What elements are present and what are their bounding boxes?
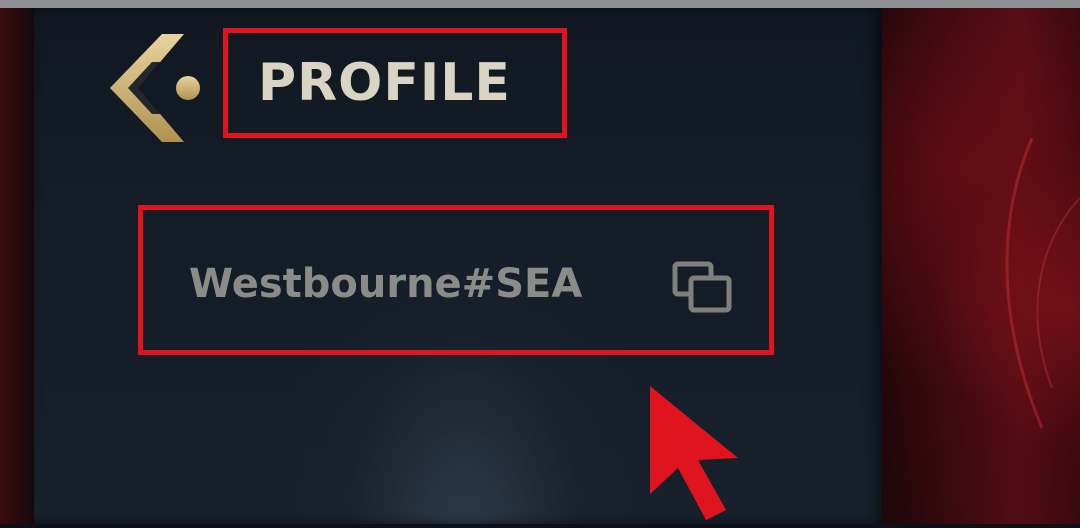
window-top-strip [0,0,1080,8]
riot-id-highlight-box: Westbourne#SEA [138,205,774,355]
riot-id-text: Westbourne#SEA [189,261,583,307]
title-highlight-box: PROFILE [223,28,567,138]
left-background [0,8,34,524]
back-chevron-icon [110,34,200,142]
back-button[interactable] [104,34,212,142]
copy-icon[interactable] [671,260,737,316]
cursor-arrow-icon [640,380,750,524]
page-title: PROFILE [258,53,511,113]
splash-art-background [882,8,1080,524]
